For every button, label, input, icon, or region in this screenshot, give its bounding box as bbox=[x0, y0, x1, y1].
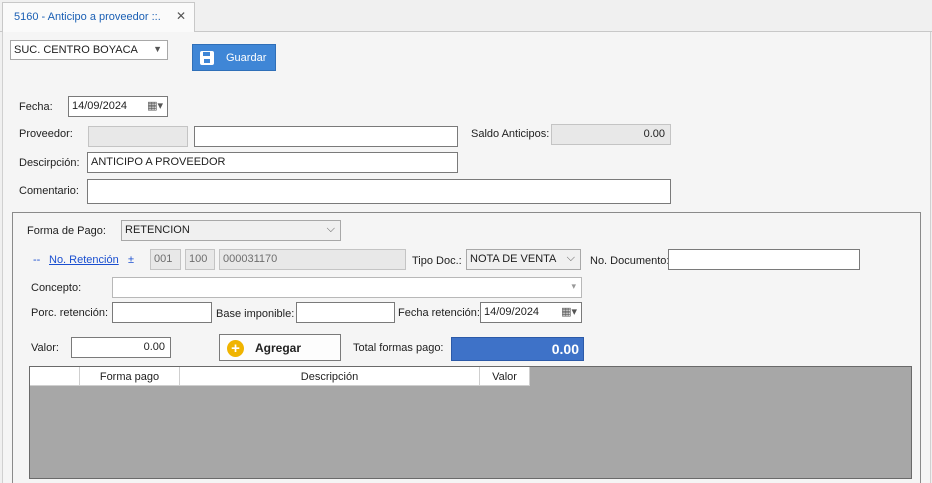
no-retencion-link[interactable]: No. Retención bbox=[49, 254, 119, 266]
serie1-value: 001 bbox=[154, 253, 173, 265]
grid-col-descripcion[interactable]: Descripción bbox=[180, 367, 480, 386]
agregar-button[interactable]: + Agregar bbox=[219, 334, 341, 361]
branch-select[interactable]: SUC. CENTRO BOYACA ▼ bbox=[10, 40, 168, 60]
agregar-button-label: Agregar bbox=[255, 341, 302, 355]
proveedor-name-field[interactable] bbox=[194, 126, 458, 147]
concepto-select[interactable]: ▾ bbox=[112, 277, 582, 298]
no-documento-label: No. Documento: bbox=[590, 255, 670, 267]
forma-pago-value: RETENCION bbox=[125, 224, 190, 236]
saldo-anticipos-field: 0.00 bbox=[551, 124, 671, 145]
tipo-doc-value: NOTA DE VENTA bbox=[470, 253, 557, 265]
fecha-retencion-label: Fecha retención: bbox=[398, 307, 480, 319]
chevron-down-icon: ⌵ bbox=[326, 223, 335, 235]
calendar-icon[interactable]: ▦▾ bbox=[147, 99, 163, 112]
serie2-value: 100 bbox=[189, 253, 208, 265]
descripcion-value: ANTICIPO A PROVEEDOR bbox=[91, 156, 226, 168]
payments-grid[interactable]: Forma pago Descripción Valor bbox=[29, 366, 912, 479]
fecha-date-picker[interactable]: 14/09/2024 ▦▾ bbox=[68, 96, 168, 117]
descripcion-field[interactable]: ANTICIPO A PROVEEDOR bbox=[87, 152, 458, 173]
total-formas-pago-value: 0.00 bbox=[451, 337, 584, 361]
no-documento-field[interactable] bbox=[668, 249, 860, 270]
fecha-retencion-picker[interactable]: 14/09/2024 ▦▾ bbox=[480, 302, 582, 323]
proveedor-code-field bbox=[88, 126, 188, 147]
descripcion-label: Descirpción: bbox=[19, 157, 80, 169]
valor-field[interactable]: 0.00 bbox=[71, 337, 171, 358]
forma-pago-label: Forma de Pago: bbox=[27, 225, 106, 237]
valor-label: Valor: bbox=[31, 342, 59, 354]
tab-title: 5160 - Anticipo a proveedor ::. bbox=[14, 11, 161, 23]
fecha-retencion-value: 14/09/2024 bbox=[484, 306, 540, 318]
secuencial-field: 000031170 bbox=[219, 249, 406, 270]
secuencial-value: 000031170 bbox=[223, 253, 278, 265]
comentario-field[interactable] bbox=[87, 179, 671, 204]
chevron-down-icon: ⌵ bbox=[566, 252, 575, 264]
proveedor-label: Proveedor: bbox=[19, 128, 73, 140]
serie2-field: 100 bbox=[185, 249, 215, 270]
calendar-icon[interactable]: ▦▾ bbox=[561, 305, 577, 318]
grid-header: Forma pago Descripción Valor bbox=[30, 367, 530, 386]
tipo-doc-select[interactable]: NOTA DE VENTA ⌵ bbox=[466, 249, 581, 270]
valor-value: 0.00 bbox=[143, 341, 165, 353]
save-button-label: Guardar bbox=[226, 52, 267, 64]
grid-col-selector[interactable] bbox=[30, 367, 80, 386]
saldo-anticipos-label: Saldo Anticipos: bbox=[471, 128, 550, 140]
chevron-down-icon: ▾ bbox=[571, 281, 576, 291]
concepto-label: Concepto: bbox=[31, 282, 82, 294]
close-icon[interactable]: ✕ bbox=[176, 9, 186, 23]
tab-anticipo-proveedor[interactable]: 5160 - Anticipo a proveedor ::. bbox=[2, 2, 195, 33]
tipo-doc-label: Tipo Doc.: bbox=[412, 255, 462, 267]
serie1-field: 001 bbox=[150, 249, 181, 270]
add-retencion-link[interactable]: ± bbox=[128, 254, 134, 266]
fecha-label: Fecha: bbox=[19, 101, 53, 113]
comentario-label: Comentario: bbox=[19, 185, 79, 197]
porc-retencion-field[interactable] bbox=[112, 302, 212, 323]
forma-pago-select[interactable]: RETENCION ⌵ bbox=[121, 220, 341, 241]
save-button[interactable]: Guardar bbox=[192, 44, 276, 71]
fecha-value: 14/09/2024 bbox=[72, 100, 128, 112]
chevron-down-icon: ▼ bbox=[153, 44, 162, 54]
base-imponible-label: Base imponible: bbox=[216, 308, 295, 320]
saldo-anticipos-value: 0.00 bbox=[643, 128, 665, 140]
grid-col-forma-pago[interactable]: Forma pago bbox=[80, 367, 180, 386]
branch-select-value: SUC. CENTRO BOYACA bbox=[14, 44, 138, 56]
add-icon: + bbox=[227, 340, 244, 357]
grid-col-valor[interactable]: Valor bbox=[480, 367, 530, 386]
porc-retencion-label: Porc. retención: bbox=[31, 307, 109, 319]
save-icon bbox=[200, 51, 214, 65]
base-imponible-field[interactable] bbox=[296, 302, 395, 323]
total-formas-pago-label: Total formas pago: bbox=[353, 342, 444, 354]
collapse-link[interactable]: -- bbox=[33, 254, 40, 266]
